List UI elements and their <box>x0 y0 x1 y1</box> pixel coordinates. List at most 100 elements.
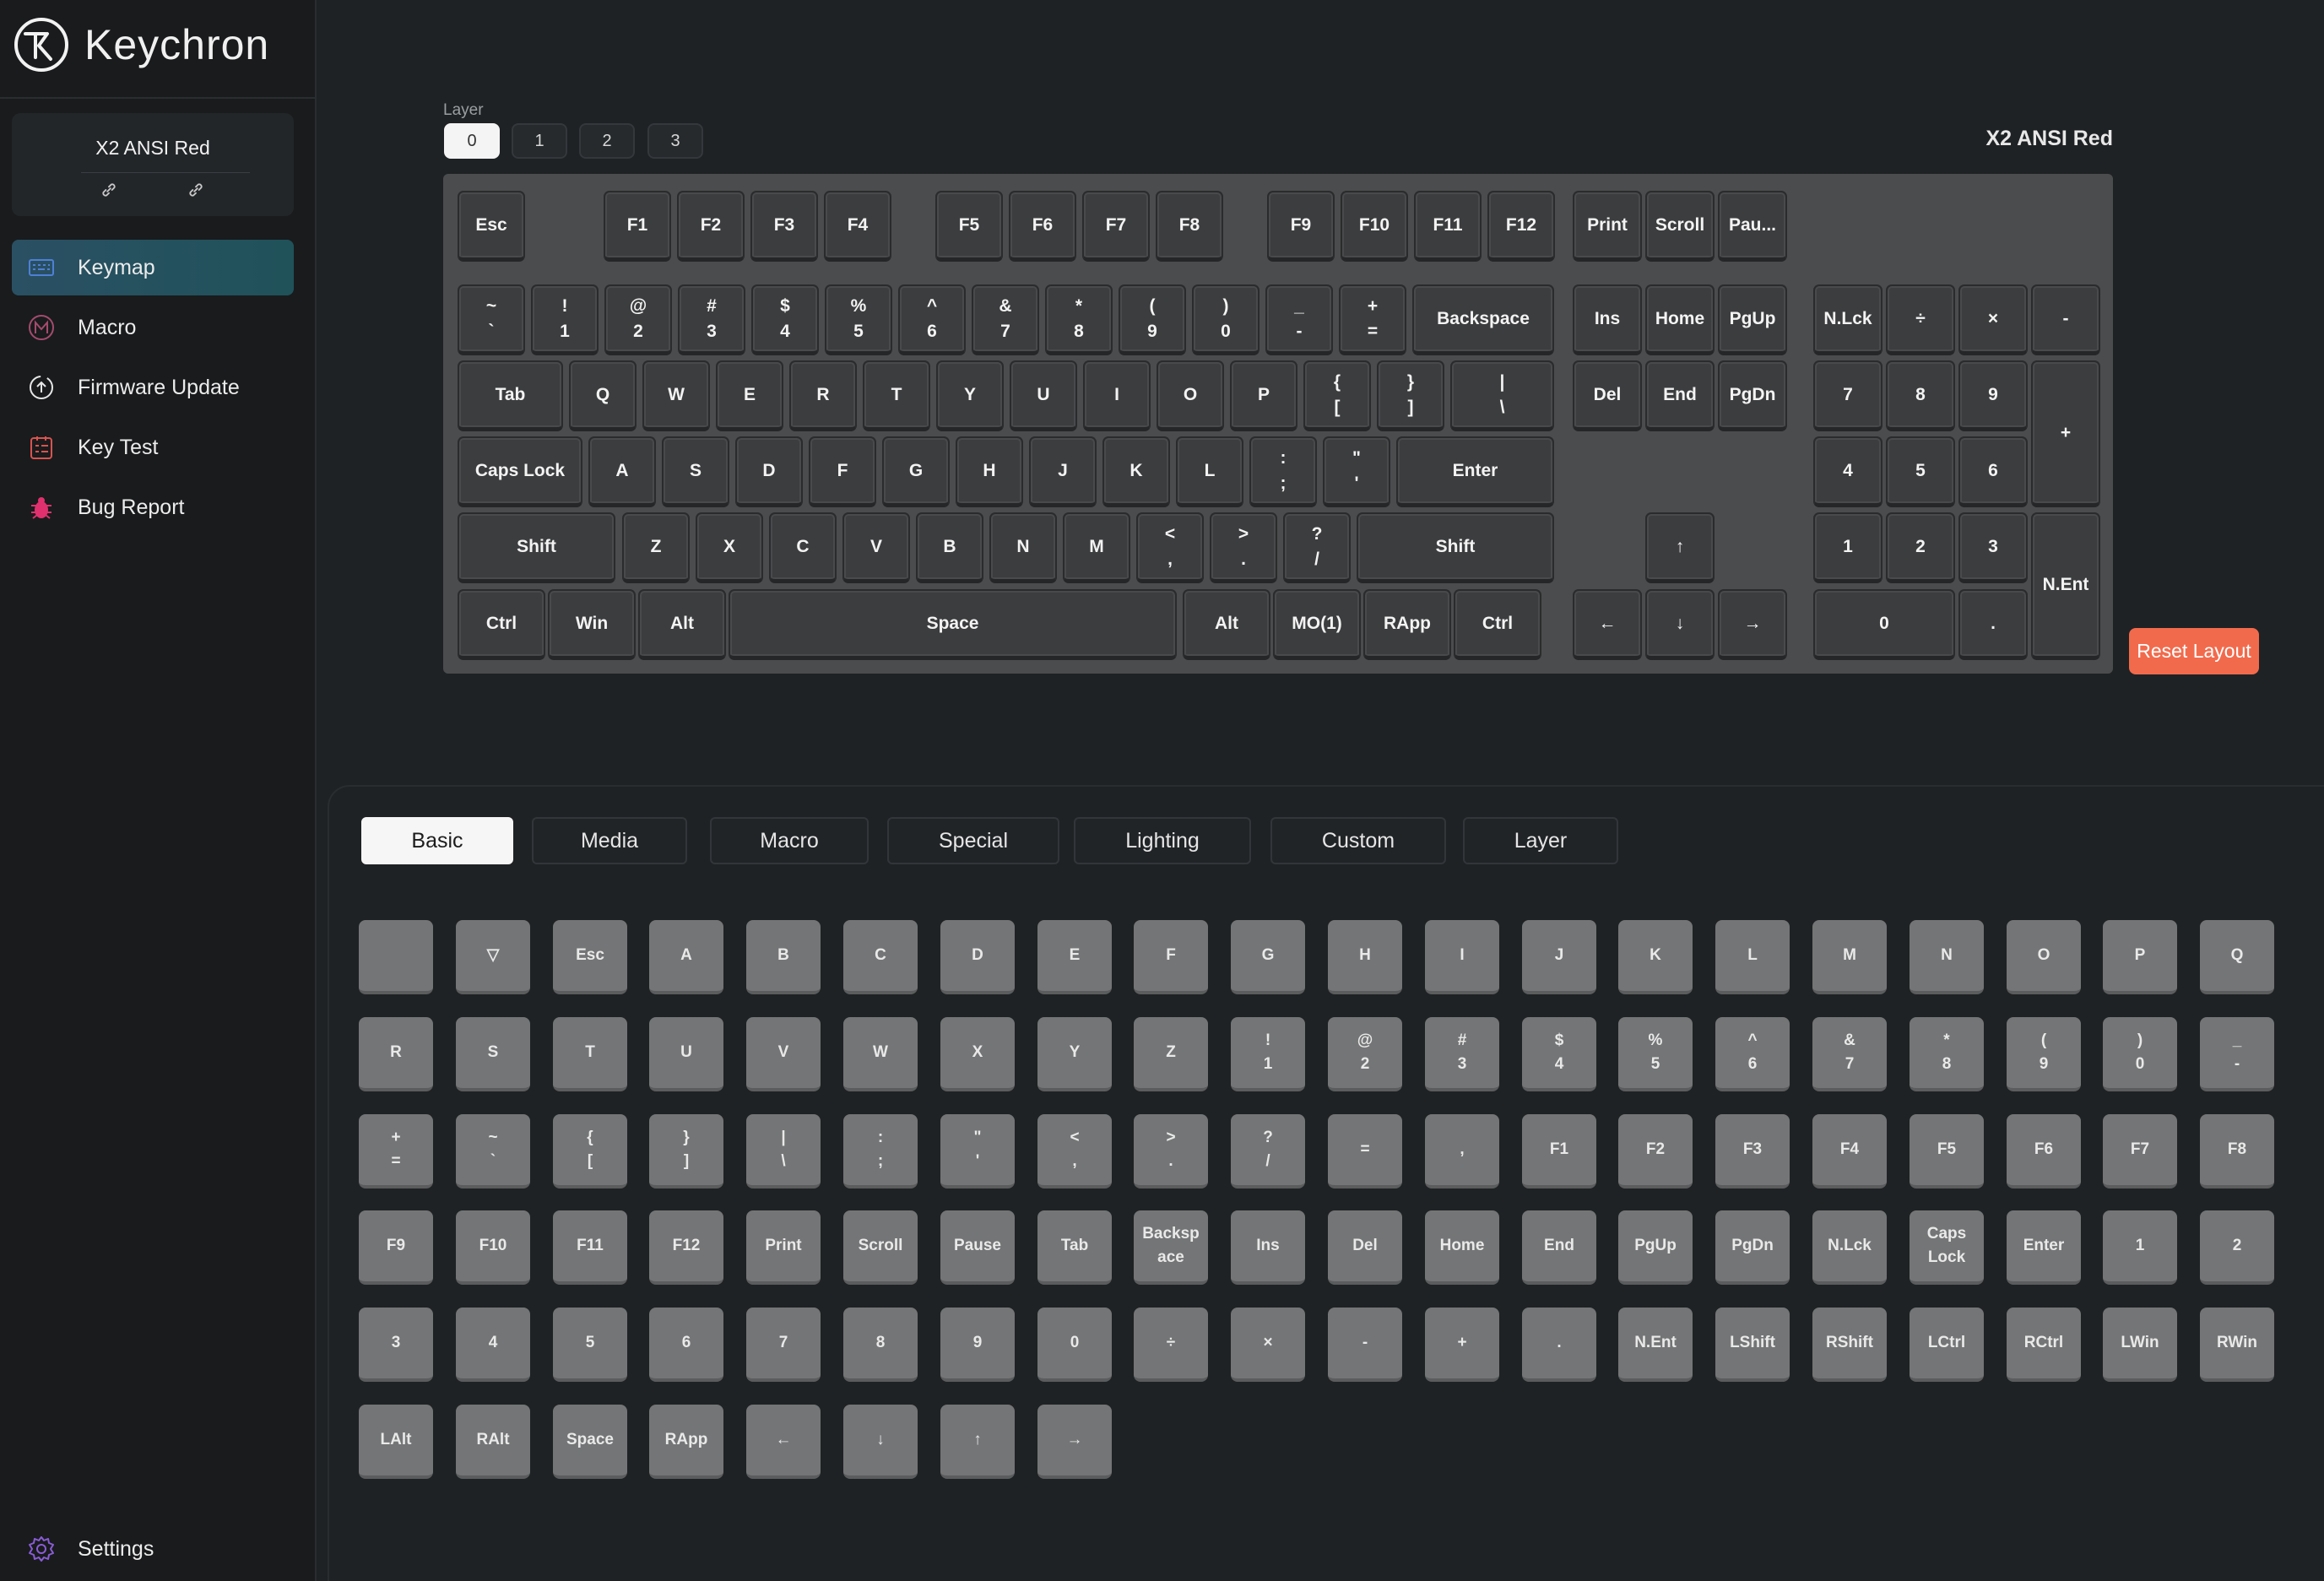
keycode-symbol[interactable]: <, <box>1037 1114 1112 1188</box>
keycode-symbol[interactable]: . <box>1522 1308 1596 1382</box>
keycode-home[interactable]: Home <box>1425 1210 1499 1285</box>
keycode-rapp[interactable]: RApp <box>649 1405 723 1479</box>
keycode-symbol[interactable]: :; <box>843 1114 918 1188</box>
keycode-8[interactable]: * 8 <box>1910 1017 1984 1091</box>
keycode-backsp-ace[interactable]: Backsp ace <box>1134 1210 1208 1285</box>
key-6[interactable]: 6 <box>1958 436 2028 507</box>
key-6[interactable]: ^ 6 <box>898 284 966 355</box>
tab-layer[interactable]: Layer <box>1463 817 1618 864</box>
key-symbol[interactable]: → <box>1718 589 1787 660</box>
keycode-2[interactable]: 2 <box>2200 1210 2274 1285</box>
keycode-f1[interactable]: F1 <box>1522 1114 1596 1188</box>
keycode-q[interactable]: Q <box>2200 920 2274 994</box>
key-caps-lock[interactable]: Caps Lock <box>458 436 582 507</box>
keycode-f7[interactable]: F7 <box>2103 1114 2177 1188</box>
keycode-f10[interactable]: F10 <box>456 1210 530 1285</box>
key-v[interactable]: V <box>842 512 910 583</box>
keycode-symbol[interactable]: = <box>1328 1114 1402 1188</box>
keycode-lctrl[interactable]: LCtrl <box>1910 1308 1984 1382</box>
keycode-symbol[interactable]: - <box>1328 1308 1402 1382</box>
key-9[interactable]: (9 <box>1119 284 1186 355</box>
key-o[interactable]: O <box>1157 360 1224 431</box>
keycode-symbol[interactable]: ? / <box>1231 1114 1305 1188</box>
key-5[interactable]: 5 <box>1886 436 1955 507</box>
keycode-0[interactable]: 0 <box>1037 1308 1112 1382</box>
key-symbol[interactable]: . <box>1958 589 2028 660</box>
reset-layout-button[interactable]: Reset Layout <box>2129 628 2259 674</box>
key-k[interactable]: K <box>1102 436 1170 507</box>
keycode-x[interactable]: X <box>940 1017 1015 1091</box>
keycode-f2[interactable]: F2 <box>1618 1114 1693 1188</box>
key-f1[interactable]: F1 <box>604 191 671 262</box>
keycode-j[interactable]: J <box>1522 920 1596 994</box>
key-esc[interactable]: Esc <box>458 191 525 262</box>
key-symbol[interactable]: " ' <box>1323 436 1390 507</box>
keycode-esc[interactable]: Esc <box>553 920 627 994</box>
key-symbol[interactable]: ↑ <box>1645 512 1715 583</box>
keycode-7[interactable]: & 7 <box>1812 1017 1887 1091</box>
tab-lighting[interactable]: Lighting <box>1074 817 1251 864</box>
key-f8[interactable]: F8 <box>1156 191 1223 262</box>
key-pgup[interactable]: PgUp <box>1718 284 1787 355</box>
key-symbol[interactable]: × <box>1958 284 2028 355</box>
keycode-d[interactable]: D <box>940 920 1015 994</box>
keycode-pause[interactable]: Pause <box>940 1210 1015 1285</box>
layer-button-3[interactable]: 3 <box>647 123 703 159</box>
keycode-print[interactable]: Print <box>746 1210 821 1285</box>
keycode-symbol[interactable]: → <box>1037 1405 1112 1479</box>
key-ctrl[interactable]: Ctrl <box>1454 589 1541 660</box>
key-ins[interactable]: Ins <box>1573 284 1642 355</box>
key-rapp[interactable]: RApp <box>1363 589 1451 660</box>
keycode-symbol[interactable]: ↓ <box>843 1405 918 1479</box>
keycode-symbol[interactable]: , <box>1425 1114 1499 1188</box>
key-u[interactable]: U <box>1010 360 1077 431</box>
keycode-g[interactable]: G <box>1231 920 1305 994</box>
key-alt[interactable]: Alt <box>1183 589 1270 660</box>
key-d[interactable]: D <box>735 436 803 507</box>
key-q[interactable]: Q <box>569 360 637 431</box>
key-symbol[interactable]: ? / <box>1283 512 1351 583</box>
key-scroll[interactable]: Scroll <box>1645 191 1715 262</box>
keycode-symbol[interactable]: | \ <box>746 1114 821 1188</box>
tab-special[interactable]: Special <box>887 817 1059 864</box>
key-tab[interactable]: Tab <box>458 360 563 431</box>
keycode-symbol[interactable]: × <box>1231 1308 1305 1382</box>
key-x[interactable]: X <box>696 512 763 583</box>
key-symbol[interactable]: - <box>2031 284 2100 355</box>
keycode-2[interactable]: @2 <box>1328 1017 1402 1091</box>
tab-basic[interactable]: Basic <box>361 817 513 864</box>
key-mo-1[interactable]: MO(1) <box>1273 589 1361 660</box>
keycode-o[interactable]: O <box>2007 920 2081 994</box>
key-symbol[interactable]: ~ ` <box>458 284 525 355</box>
key-r[interactable]: R <box>789 360 857 431</box>
tab-macro[interactable]: Macro <box>710 817 869 864</box>
keycode-f5[interactable]: F5 <box>1910 1114 1984 1188</box>
keycode-7[interactable]: 7 <box>746 1308 821 1382</box>
keycode-symbol[interactable]: ← <box>746 1405 821 1479</box>
keycode-symbol[interactable]: ~ ` <box>456 1114 530 1188</box>
keycode-lshift[interactable]: LShift <box>1715 1308 1790 1382</box>
keycode-symbol[interactable]: >. <box>1134 1114 1208 1188</box>
keycode-y[interactable]: Y <box>1037 1017 1112 1091</box>
keycode-enter[interactable]: Enter <box>2007 1210 2081 1285</box>
keycode-s[interactable]: S <box>456 1017 530 1091</box>
nav-item-bug-report[interactable]: Bug Report <box>12 479 294 535</box>
key-space[interactable]: Space <box>729 589 1177 660</box>
keycode-scroll[interactable]: Scroll <box>843 1210 918 1285</box>
key-1[interactable]: 1 <box>1813 512 1882 583</box>
layer-button-2[interactable]: 2 <box>579 123 635 159</box>
keycode-symbol[interactable]: ↑ <box>940 1405 1015 1479</box>
nav-item-key-test[interactable]: Key Test <box>12 420 294 475</box>
key-4[interactable]: $4 <box>751 284 819 355</box>
key-j[interactable]: J <box>1029 436 1097 507</box>
keycode-3[interactable]: 3 <box>359 1308 433 1382</box>
key-f10[interactable]: F10 <box>1341 191 1408 262</box>
keycode-f4[interactable]: F4 <box>1812 1114 1887 1188</box>
keycode-m[interactable]: M <box>1812 920 1887 994</box>
key-end[interactable]: End <box>1645 360 1715 431</box>
keycode-u[interactable]: U <box>649 1017 723 1091</box>
key-h[interactable]: H <box>956 436 1023 507</box>
keycode-z[interactable]: Z <box>1134 1017 1208 1091</box>
layer-button-0[interactable]: 0 <box>444 123 500 159</box>
key-symbol[interactable]: :; <box>1249 436 1317 507</box>
